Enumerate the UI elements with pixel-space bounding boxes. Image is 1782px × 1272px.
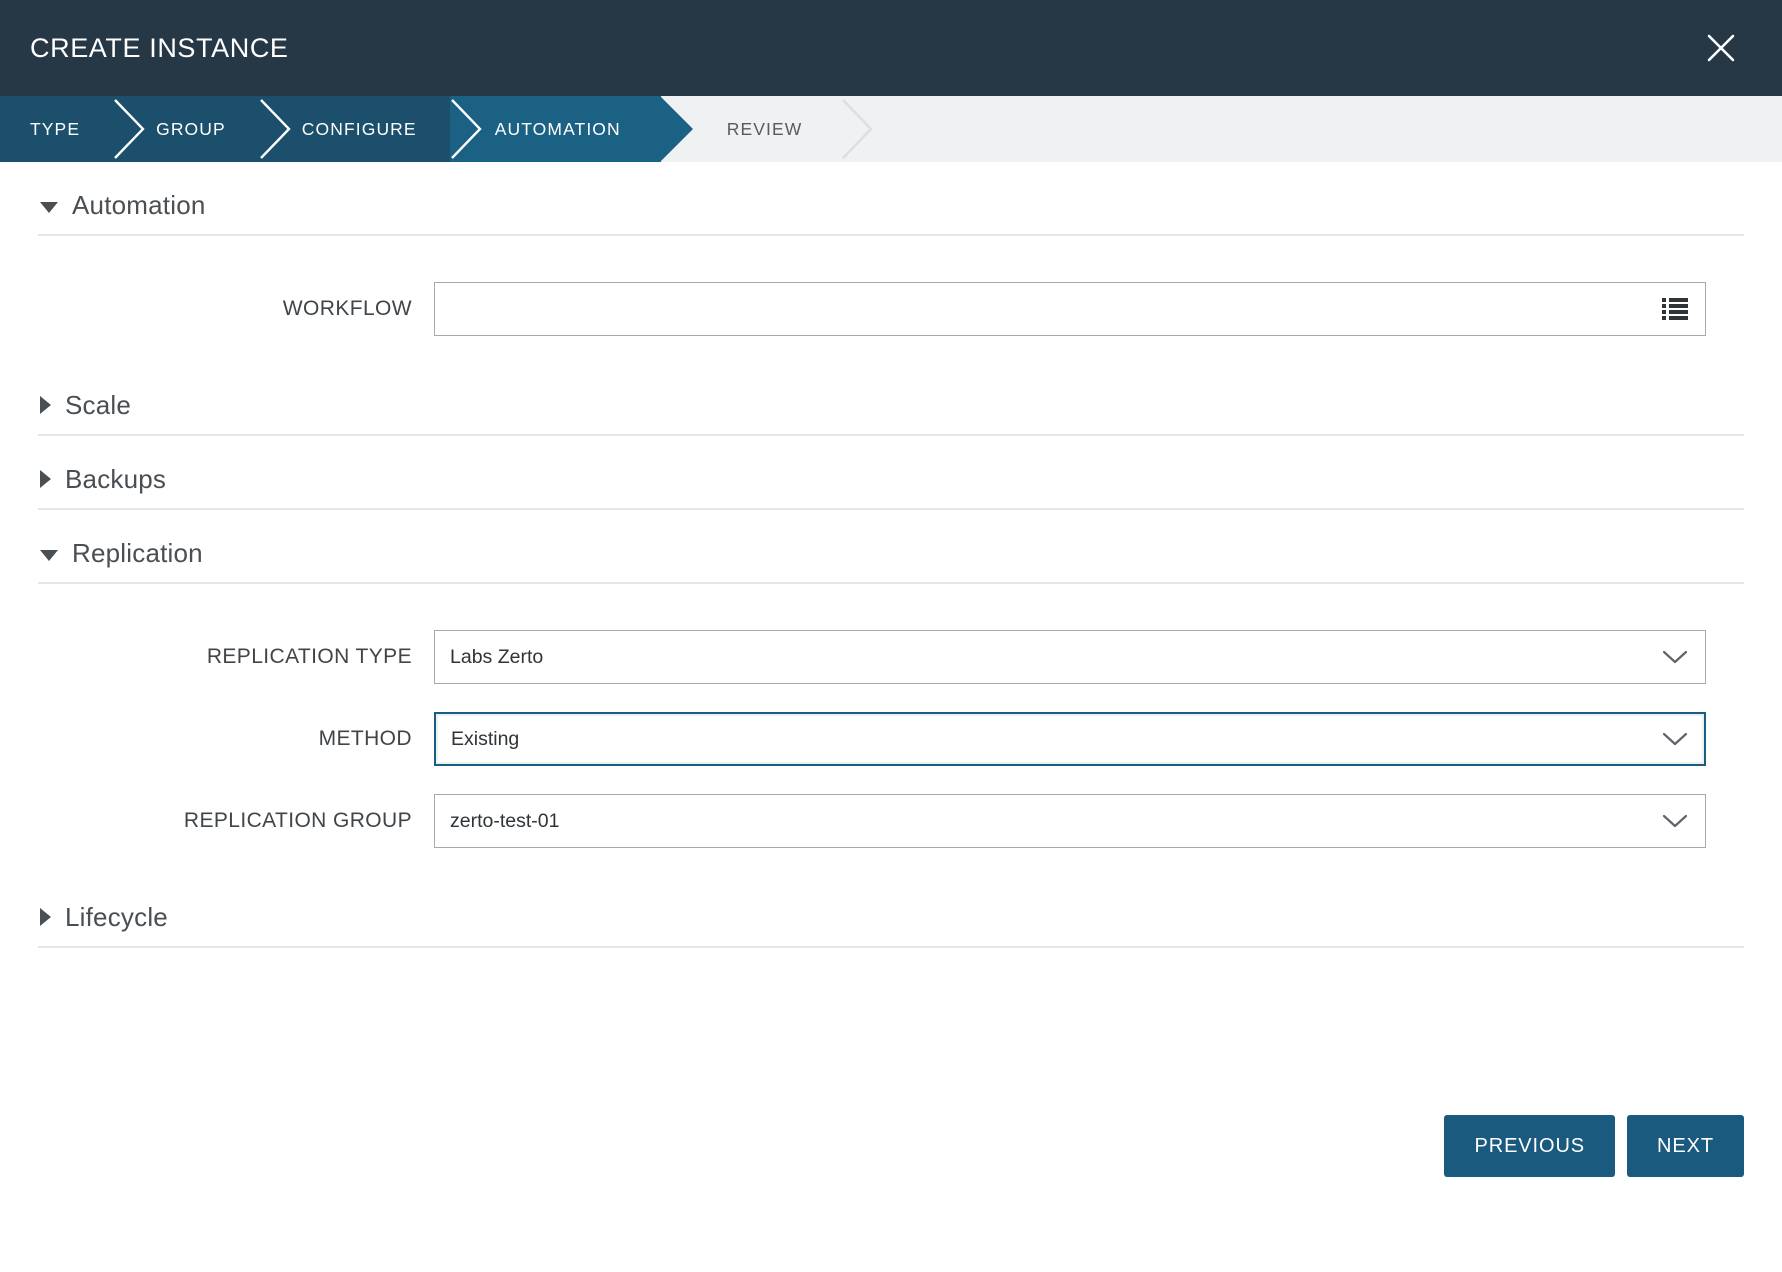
section-replication-header[interactable]: Replication [38,510,1744,582]
section-lifecycle-header[interactable]: Lifecycle [38,874,1744,946]
replication-type-label: REPLICATION TYPE [38,645,434,669]
step-separator-icon [841,96,875,162]
field-row-method: METHOD Existing [38,712,1744,766]
section-automation: Automation WORKFLOW [38,162,1744,362]
caret-right-icon [40,396,51,414]
section-scale: Scale [38,362,1744,436]
create-instance-wizard: CREATE INSTANCE TYPE GROUP [0,0,1782,1272]
step-review: REVIEW [661,96,843,162]
caret-right-icon [40,470,51,488]
section-lifecycle: Lifecycle [38,874,1744,948]
replication-type-select[interactable]: Labs Zerto [434,630,1706,684]
replication-group-label: REPLICATION GROUP [38,809,434,833]
section-automation-title: Automation [72,190,206,221]
section-divider [38,946,1744,948]
section-divider [38,234,1744,236]
section-backups-header[interactable]: Backups [38,436,1744,508]
section-automation-header[interactable]: Automation [38,162,1744,234]
caret-down-icon [40,202,58,213]
wizard-footer: PREVIOUS NEXT [0,1072,1782,1272]
replication-group-select[interactable]: zerto-test-01 [434,794,1706,848]
step-automation[interactable]: AUTOMATION [451,96,661,162]
section-backups-title: Backups [65,464,166,495]
section-replication-title: Replication [72,538,203,569]
workflow-input[interactable] [434,282,1706,336]
step-type-label: TYPE [30,119,80,140]
method-label: METHOD [38,727,434,751]
step-group[interactable]: GROUP [114,96,260,162]
workflow-label: WORKFLOW [38,297,434,321]
replication-group-control[interactable]: zerto-test-01 [434,794,1706,848]
step-configure[interactable]: CONFIGURE [260,96,451,162]
caret-right-icon [40,908,51,926]
next-button[interactable]: NEXT [1627,1115,1744,1177]
caret-down-icon [40,550,58,561]
wizard-header: CREATE INSTANCE [0,0,1782,96]
field-row-workflow: WORKFLOW [38,282,1744,336]
field-row-replication-type: REPLICATION TYPE Labs Zerto [38,630,1744,684]
section-replication: Replication REPLICATION TYPE Labs Zerto … [38,510,1744,874]
close-button[interactable] [1694,21,1748,75]
page-title: CREATE INSTANCE [30,35,289,62]
method-select[interactable]: Existing [434,712,1706,766]
section-scale-header[interactable]: Scale [38,362,1744,434]
previous-button[interactable]: PREVIOUS [1444,1115,1615,1177]
section-divider [38,582,1744,584]
method-control[interactable]: Existing [434,712,1706,766]
section-lifecycle-title: Lifecycle [65,902,168,933]
section-scale-title: Scale [65,390,131,421]
step-automation-label: AUTOMATION [495,119,621,140]
step-review-label: REVIEW [727,119,803,140]
close-icon [1704,31,1738,65]
step-configure-label: CONFIGURE [302,119,417,140]
replication-type-control[interactable]: Labs Zerto [434,630,1706,684]
step-type[interactable]: TYPE [0,96,114,162]
section-backups: Backups [38,436,1744,510]
step-group-label: GROUP [156,119,226,140]
field-row-replication-group: REPLICATION GROUP zerto-test-01 [38,794,1744,848]
workflow-control[interactable] [434,282,1706,336]
wizard-step-breadcrumb: TYPE GROUP CONFIGURE AUTOMATION [0,96,1782,162]
